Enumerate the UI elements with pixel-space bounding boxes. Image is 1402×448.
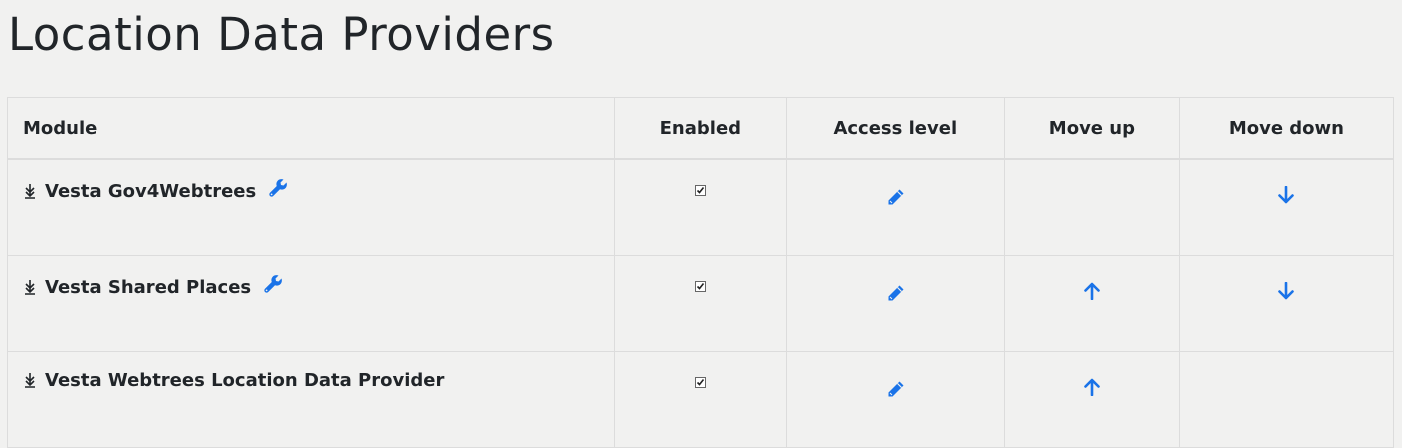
pencil-icon[interactable]	[885, 188, 905, 213]
arrows-expand-icon[interactable]	[23, 183, 39, 204]
header-access-level: Access level	[785, 97, 1005, 160]
arrow-down-icon[interactable]	[1277, 281, 1295, 305]
wrench-icon[interactable]	[268, 178, 288, 203]
enabled-checkbox[interactable]	[694, 185, 706, 196]
arrow-down-icon[interactable]	[1277, 185, 1295, 209]
module-name: Vesta Gov4Webtrees	[45, 181, 257, 202]
table-header-row: Module Enabled Access level Move up Move…	[6, 97, 1395, 160]
header-module: Module	[6, 97, 616, 160]
enabled-checkbox[interactable]	[694, 377, 706, 388]
table-row: Vesta Gov4Webtrees	[6, 158, 1395, 256]
wrench-icon[interactable]	[263, 274, 283, 299]
move-up-cell	[1003, 158, 1180, 256]
access-level-cell	[785, 158, 1005, 256]
arrow-up-icon[interactable]	[1083, 282, 1101, 305]
header-move-up: Move up	[1003, 97, 1180, 160]
module-cell: Vesta Gov4Webtrees	[6, 158, 616, 256]
arrows-expand-icon[interactable]	[23, 372, 39, 393]
module-name: Vesta Shared Places	[45, 277, 252, 298]
pencil-icon[interactable]	[885, 380, 905, 405]
enabled-cell	[614, 158, 787, 256]
arrow-up-icon[interactable]	[1083, 378, 1101, 401]
table-row: Vesta Shared Places	[6, 255, 1395, 352]
arrows-expand-icon[interactable]	[23, 279, 39, 300]
move-down-cell	[1178, 255, 1395, 352]
pencil-icon[interactable]	[885, 284, 905, 309]
header-move-down: Move down	[1178, 97, 1395, 160]
module-name: Vesta Webtrees Location Data Provider	[45, 370, 445, 391]
access-level-cell	[785, 255, 1005, 352]
enabled-cell	[614, 255, 787, 352]
module-table: Module Enabled Access level Move up Move…	[6, 97, 1395, 448]
enabled-checkbox[interactable]	[694, 281, 706, 292]
module-cell: Vesta Shared Places	[6, 255, 616, 352]
move-down-cell	[1178, 158, 1395, 256]
page-title: Location Data Providers	[8, 8, 555, 61]
header-enabled: Enabled	[614, 97, 787, 160]
move-up-cell	[1003, 255, 1180, 352]
